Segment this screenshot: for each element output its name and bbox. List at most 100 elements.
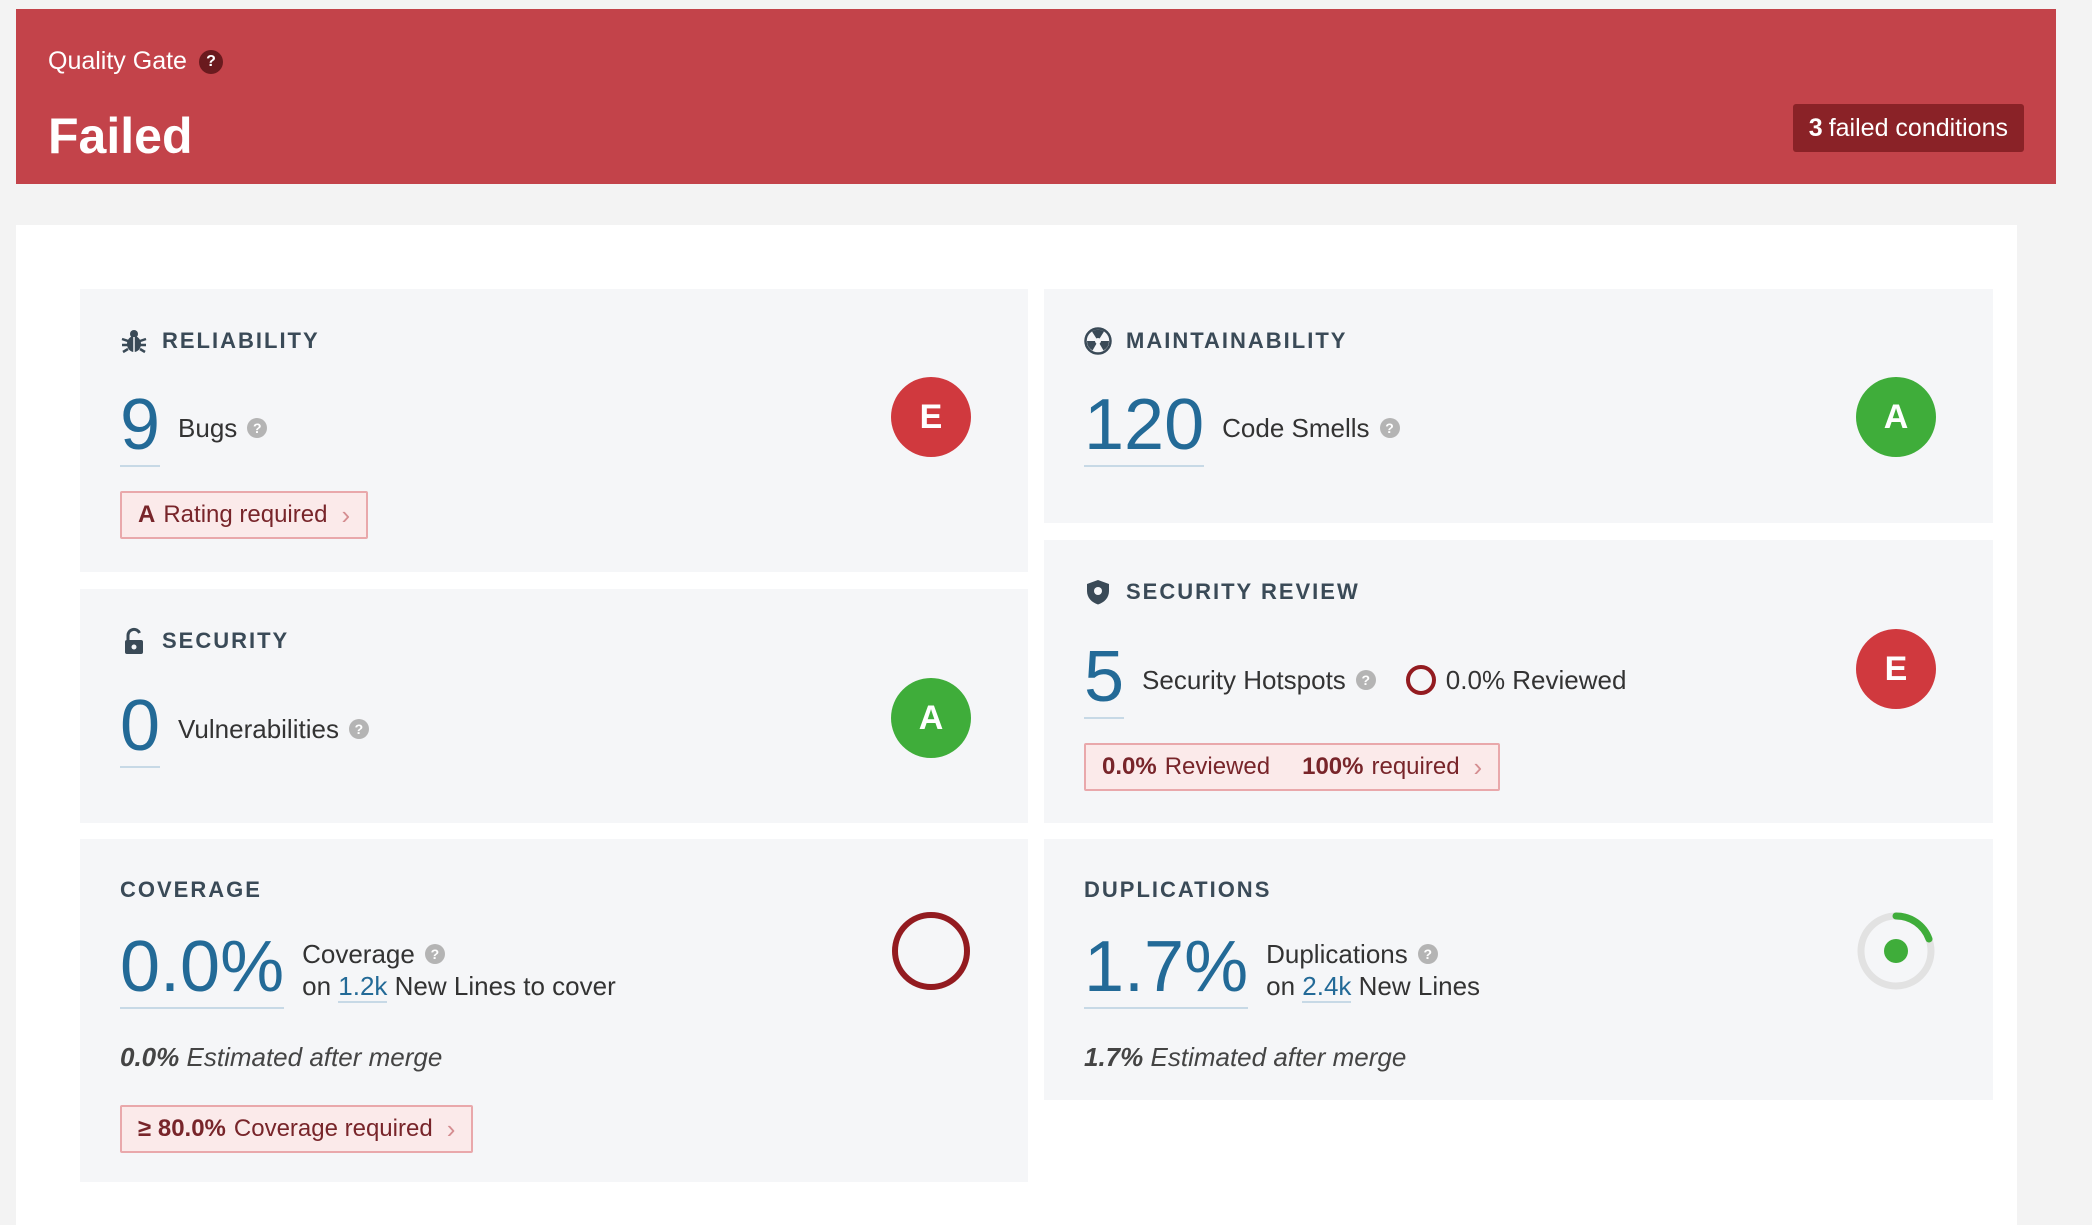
coverage-lines-text: New Lines to cover [394,971,616,1001]
duplications-label-row: Duplications ? [1266,938,1480,970]
security-review-rating[interactable]: E [1856,629,1936,709]
security-rating[interactable]: A [891,678,971,758]
coverage-metric: 0.0% Coverage ? on 1.2k New Lines to cov… [120,931,616,1009]
reliability-rating[interactable]: E [891,377,971,457]
reliability-requirement-chip[interactable]: A Rating required › [120,491,369,539]
duplications-card: DUPLICATIONS 1.7% Duplications ? on 2.4k… [1044,839,1993,1100]
vulnerabilities-label-text: Vulnerabilities [178,713,339,744]
bugs-label-text: Bugs [178,412,238,443]
radiation-icon [1084,327,1112,355]
shield-icon [1084,578,1112,606]
coverage-lines-row: on 1.2k New Lines to cover [302,970,616,1003]
coverage-title-text: COVERAGE [120,877,262,902]
reliability-title-text: RELIABILITY [162,328,320,353]
lock-icon [120,627,148,655]
code-smells-label: Code Smells ? [1222,412,1400,444]
vulnerabilities-count[interactable]: 0 [120,690,161,768]
security-review-requirement-chip[interactable]: 0.0% Reviewed 100% required › [1084,743,1501,791]
failed-conditions-badge[interactable]: 3 failed conditions [1792,104,2024,152]
duplications-lines-text: New Lines [1358,971,1481,1001]
security-review-title: SECURITY REVIEW [1084,578,1360,606]
coverage-on-text: on [302,971,332,1001]
code-smells-label-text: Code Smells [1222,412,1370,443]
coverage-value[interactable]: 0.0% [120,931,285,1009]
coverage-label-text: Coverage [302,939,415,969]
duplications-estimate-text: Estimated after merge [1150,1042,1407,1072]
help-icon[interactable]: ? [1417,944,1438,964]
duplications-on-text: on [1266,971,1296,1001]
quality-gate-status: Failed [48,108,193,164]
coverage-description: Coverage ? on 1.2k New Lines to cover [302,938,616,1003]
req-reviewed-text: Reviewed [1164,753,1271,780]
reliability-card: RELIABILITY 9 Bugs ? E A Rating required… [80,289,1028,572]
duplications-estimate: 1.7% Estimated after merge [1084,1042,1406,1073]
duplications-title-text: DUPLICATIONS [1084,877,1272,902]
coverage-estimate-bold: 0.0% [120,1042,180,1072]
bugs-label: Bugs ? [178,412,268,444]
hotspots-count[interactable]: 5 [1084,641,1125,719]
maintainability-title-text: MAINTAINABILITY [1126,328,1348,353]
help-icon[interactable]: ? [424,944,445,964]
duplications-title: DUPLICATIONS [1084,877,1271,903]
duplications-lines-row: on 2.4k New Lines [1266,970,1481,1003]
req-required-bold: 100% [1302,753,1364,780]
security-card: SECURITY 0 Vulnerabilities ? A [80,589,1028,823]
maintainability-title: MAINTAINABILITY [1084,327,1347,355]
security-title-text: SECURITY [162,628,290,653]
hotspots-label-text: Security Hotspots [1142,664,1346,695]
security-review-title-text: SECURITY REVIEW [1126,579,1360,604]
coverage-label-row: Coverage ? [302,938,616,970]
coverage-requirement-chip[interactable]: ≥ 80.0% Coverage required › [120,1105,474,1153]
quality-gate-banner: Quality Gate ? Failed 3 failed condition… [16,9,2056,184]
duplications-label-text: Duplications [1266,939,1408,969]
reliability-requirement-bold: A [138,501,156,528]
help-icon[interactable]: ? [198,49,223,74]
bug-icon [120,327,148,355]
measures-panel: RELIABILITY 9 Bugs ? E A Rating required… [16,225,2017,1225]
duplications-estimate-bold: 1.7% [1084,1042,1144,1072]
duplications-description: Duplications ? on 2.4k New Lines [1266,938,1481,1003]
failed-conditions-text: failed conditions [1828,113,2008,142]
bugs-metric: 9 Bugs ? [120,389,268,467]
duplications-metric: 1.7% Duplications ? on 2.4k New Lines [1084,931,1480,1009]
security-title: SECURITY [120,627,289,655]
hotspots-label: Security Hotspots ? [1142,665,1376,696]
chevron-right-icon: › [1473,751,1483,782]
coverage-card: COVERAGE 0.0% Coverage ? on 1.2k New Lin… [80,839,1028,1182]
chevron-right-icon: › [446,1113,456,1144]
req-reviewed-bold: 0.0% [1102,753,1157,780]
coverage-requirement-bold: ≥ 80.0% [138,1115,226,1142]
help-icon[interactable]: ? [348,719,369,739]
maintainability-card: MAINTAINABILITY 120 Code Smells ? A [1044,289,1993,523]
req-required-text: required [1371,753,1460,780]
reviewed-ring-icon [1405,665,1436,695]
quality-gate-label-text: Quality Gate [48,47,187,75]
code-smells-count[interactable]: 120 [1084,389,1205,467]
security-review-card: SECURITY REVIEW 5 Security Hotspots ? 0.… [1044,540,1993,823]
vulnerabilities-metric: 0 Vulnerabilities ? [120,690,369,768]
reliability-requirement-text: Rating required [163,501,328,528]
maintainability-rating[interactable]: A [1856,377,1936,457]
coverage-donut-icon [891,911,971,991]
coverage-requirement-text: Coverage required [233,1115,433,1142]
help-icon[interactable]: ? [247,418,268,438]
chevron-right-icon: › [341,499,351,530]
reliability-title: RELIABILITY [120,327,320,355]
duplications-new-lines-link[interactable]: 2.4k [1302,971,1352,1003]
hotspots-reviewed-text: 0.0% Reviewed [1445,664,1627,695]
duplications-value[interactable]: 1.7% [1084,931,1249,1009]
coverage-estimate: 0.0% Estimated after merge [120,1042,442,1073]
vulnerabilities-label: Vulnerabilities ? [178,714,369,745]
duplications-gauge-icon [1856,911,1936,991]
coverage-estimate-text: Estimated after merge [186,1042,443,1072]
bugs-count[interactable]: 9 [120,389,161,467]
hotspots-metric: 5 Security Hotspots ? 0.0% Reviewed [1084,641,1626,719]
help-icon[interactable]: ? [1355,670,1376,690]
quality-gate-label: Quality Gate ? [48,47,223,76]
help-icon[interactable]: ? [1379,418,1400,438]
code-smells-metric: 120 Code Smells ? [1084,389,1400,467]
coverage-new-lines-link[interactable]: 1.2k [338,971,388,1003]
coverage-title: COVERAGE [120,877,262,903]
failed-conditions-count: 3 [1808,113,1823,142]
hotspots-reviewed: 0.0% Reviewed [1405,664,1627,696]
